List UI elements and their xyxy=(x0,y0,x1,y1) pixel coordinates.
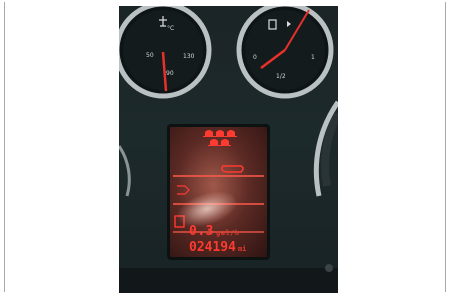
temp-tick-high: 130 xyxy=(183,53,195,60)
chime-icons xyxy=(203,130,237,146)
fuel-consumption-unit: gal/h xyxy=(215,229,240,237)
fuel-consumption-value: 0.3 xyxy=(189,224,214,239)
trim-screw xyxy=(325,264,333,272)
left-gauge-rim xyxy=(119,145,131,197)
chevron-icon xyxy=(177,185,190,195)
dashboard-photo: 50 °C 130 90 0 1/2 1 0.3 gal/h 024194 mi xyxy=(119,6,338,293)
dashboard-trim xyxy=(119,268,338,293)
fuel-tick-full: 1 xyxy=(311,54,315,61)
vehicle-icon xyxy=(221,165,244,173)
fuel-tick-empty: 0 xyxy=(253,54,257,61)
temperature-gauge xyxy=(119,6,212,99)
temp-unit-label: °C xyxy=(167,25,175,32)
odometer-readout: 024194 mi xyxy=(189,240,246,255)
temp-tick-mid: 90 xyxy=(166,70,174,77)
fuel-consumption-readout: 0.3 gal/h xyxy=(189,224,240,239)
odometer-unit: mi xyxy=(237,245,247,253)
temp-tick-low: 50 xyxy=(146,52,154,59)
fuel-tick-half: 1/2 xyxy=(276,73,286,80)
fuel-gauge xyxy=(236,6,334,99)
odometer-value: 024194 xyxy=(189,240,236,255)
